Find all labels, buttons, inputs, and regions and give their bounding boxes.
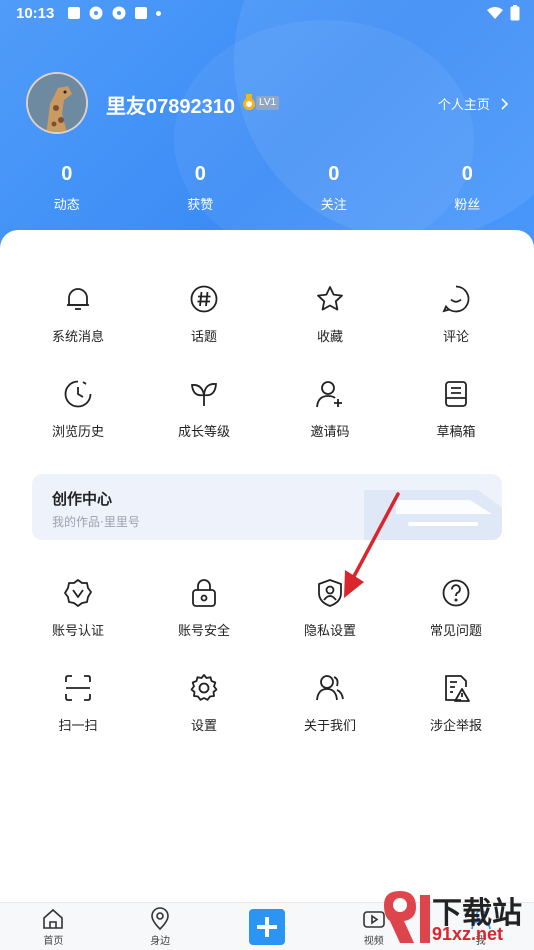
menu-item-drafts[interactable]: 草稿箱 xyxy=(393,379,519,440)
draft-box-icon xyxy=(445,381,467,407)
stat-value: 0 xyxy=(461,163,473,185)
menu-label: 常见问题 xyxy=(429,624,482,639)
menu-item-topics[interactable]: 话题 xyxy=(141,284,267,345)
stat-value: 0 xyxy=(194,163,206,185)
notification-icon xyxy=(135,7,147,19)
menu-label: 系统消息 xyxy=(51,330,104,345)
menu-label: 话题 xyxy=(190,330,217,345)
shield-user-icon xyxy=(318,579,342,607)
verified-badge-icon xyxy=(64,579,92,607)
menu-label: 账号认证 xyxy=(51,624,104,639)
status-time: 10:13 xyxy=(16,5,55,22)
stat-label: 粉丝 xyxy=(454,198,481,213)
star-icon xyxy=(317,286,343,311)
users-icon xyxy=(316,675,344,701)
lock-icon xyxy=(192,579,216,607)
chevron-right-icon xyxy=(501,98,509,110)
menu-label: 关于我们 xyxy=(303,719,356,734)
clock-icon xyxy=(64,380,92,408)
question-icon xyxy=(442,579,470,607)
menu-item-account-security[interactable]: 账号安全 xyxy=(141,578,267,639)
gear-icon xyxy=(190,674,218,701)
stat-label: 获赞 xyxy=(187,198,214,213)
stat-posts[interactable]: 0 动态 xyxy=(0,160,134,220)
menu-label: 邀请码 xyxy=(310,425,350,440)
scan-icon xyxy=(65,675,91,701)
username: 里友07892310 xyxy=(106,96,235,118)
menu-label: 浏览历史 xyxy=(51,425,104,440)
menu-label: 涉企举报 xyxy=(429,719,482,734)
report-icon xyxy=(445,675,470,702)
homepage-link[interactable]: 个人主页 xyxy=(438,94,510,113)
menu-label: 隐私设置 xyxy=(303,624,356,639)
watermark-url: 91xz.net xyxy=(432,924,504,944)
creation-center-subtitle: 我的作品·里里号 xyxy=(52,515,140,529)
menu-item-about-us[interactable]: 关于我们 xyxy=(267,673,393,734)
tab-label: 首页 xyxy=(43,936,64,947)
tab-home[interactable]: 首页 xyxy=(0,903,107,950)
comment-icon xyxy=(442,285,470,313)
status-bar: 10:13 xyxy=(0,0,534,28)
menu-row-1: 系统消息 话题 收藏 评论 xyxy=(0,284,534,345)
stat-likes[interactable]: 0 获赞 xyxy=(134,160,268,220)
wifi-icon xyxy=(487,7,503,19)
medal-icon xyxy=(243,94,255,110)
tab-label: 身边 xyxy=(150,936,171,947)
menu-item-privacy-settings[interactable]: 隐私设置 xyxy=(267,578,393,639)
menu-label: 收藏 xyxy=(316,330,343,345)
notification-icon xyxy=(68,7,80,19)
hashtag-icon xyxy=(190,285,218,313)
pinwheel-icon xyxy=(112,6,126,20)
menu-label: 账号安全 xyxy=(177,624,230,639)
profile-stats: 0 动态 0 获赞 0 关注 0 粉丝 xyxy=(0,160,534,220)
menu-label: 评论 xyxy=(442,330,469,345)
menu-label: 草稿箱 xyxy=(436,425,476,440)
menu-item-system-messages[interactable]: 系统消息 xyxy=(15,284,141,345)
stat-following[interactable]: 0 关注 xyxy=(267,160,401,220)
stat-value: 0 xyxy=(328,163,340,185)
menu-label: 设置 xyxy=(190,719,217,734)
menu-item-account-verification[interactable]: 账号认证 xyxy=(15,578,141,639)
profile-row[interactable]: 里友07892310 LV1 个人主页 xyxy=(26,72,516,136)
menu-item-comments[interactable]: 评论 xyxy=(393,284,519,345)
notification-icons xyxy=(68,6,161,20)
menu-item-enterprise-report[interactable]: 涉企举报 xyxy=(393,673,519,734)
menu-item-scan[interactable]: 扫一扫 xyxy=(15,673,141,734)
menu-item-growth-level[interactable]: 成长等级 xyxy=(141,379,267,440)
stat-followers[interactable]: 0 粉丝 xyxy=(401,160,534,220)
pinwheel-icon xyxy=(89,6,103,20)
level-badge: LV1 xyxy=(256,96,280,110)
menu-label: 成长等级 xyxy=(177,425,230,440)
stat-value: 0 xyxy=(61,163,73,185)
system-icons xyxy=(486,5,520,21)
more-dot-icon xyxy=(156,10,161,16)
home-icon xyxy=(43,908,64,929)
creation-center-card[interactable]: 创作中心 我的作品·里里号 xyxy=(32,474,502,540)
stat-label: 动态 xyxy=(53,198,80,213)
tab-publish[interactable] xyxy=(214,903,321,950)
menu-item-settings[interactable]: 设置 xyxy=(141,673,267,734)
menu-row-3: 账号认证 账号安全 隐私设置 常见问题 xyxy=(0,578,534,639)
homepage-label: 个人主页 xyxy=(437,98,490,113)
menu-item-favorites[interactable]: 收藏 xyxy=(267,284,393,345)
menu-item-invite-code[interactable]: 邀请码 xyxy=(267,379,393,440)
giraffe-avatar-image xyxy=(28,74,86,132)
add-user-icon xyxy=(316,381,342,408)
leaf-icon xyxy=(191,383,217,406)
creation-center-title: 创作中心 xyxy=(52,490,113,508)
battery-icon xyxy=(510,5,520,21)
document-illustration-icon xyxy=(364,490,502,540)
bell-icon xyxy=(67,288,89,310)
avatar[interactable] xyxy=(26,72,88,134)
menu-row-2: 浏览历史 成长等级 邀请码 草稿箱 xyxy=(0,379,534,440)
menu-item-faq[interactable]: 常见问题 xyxy=(393,578,519,639)
header-decoration xyxy=(174,20,474,260)
menu-row-4: 扫一扫 设置 关于我们 涉企举报 xyxy=(0,673,534,734)
menu-label: 扫一扫 xyxy=(58,719,98,734)
stat-label: 关注 xyxy=(320,198,347,213)
tab-nearby[interactable]: 身边 xyxy=(107,903,214,950)
location-icon xyxy=(151,907,169,931)
plus-icon xyxy=(248,909,285,945)
menu-item-history[interactable]: 浏览历史 xyxy=(15,379,141,440)
